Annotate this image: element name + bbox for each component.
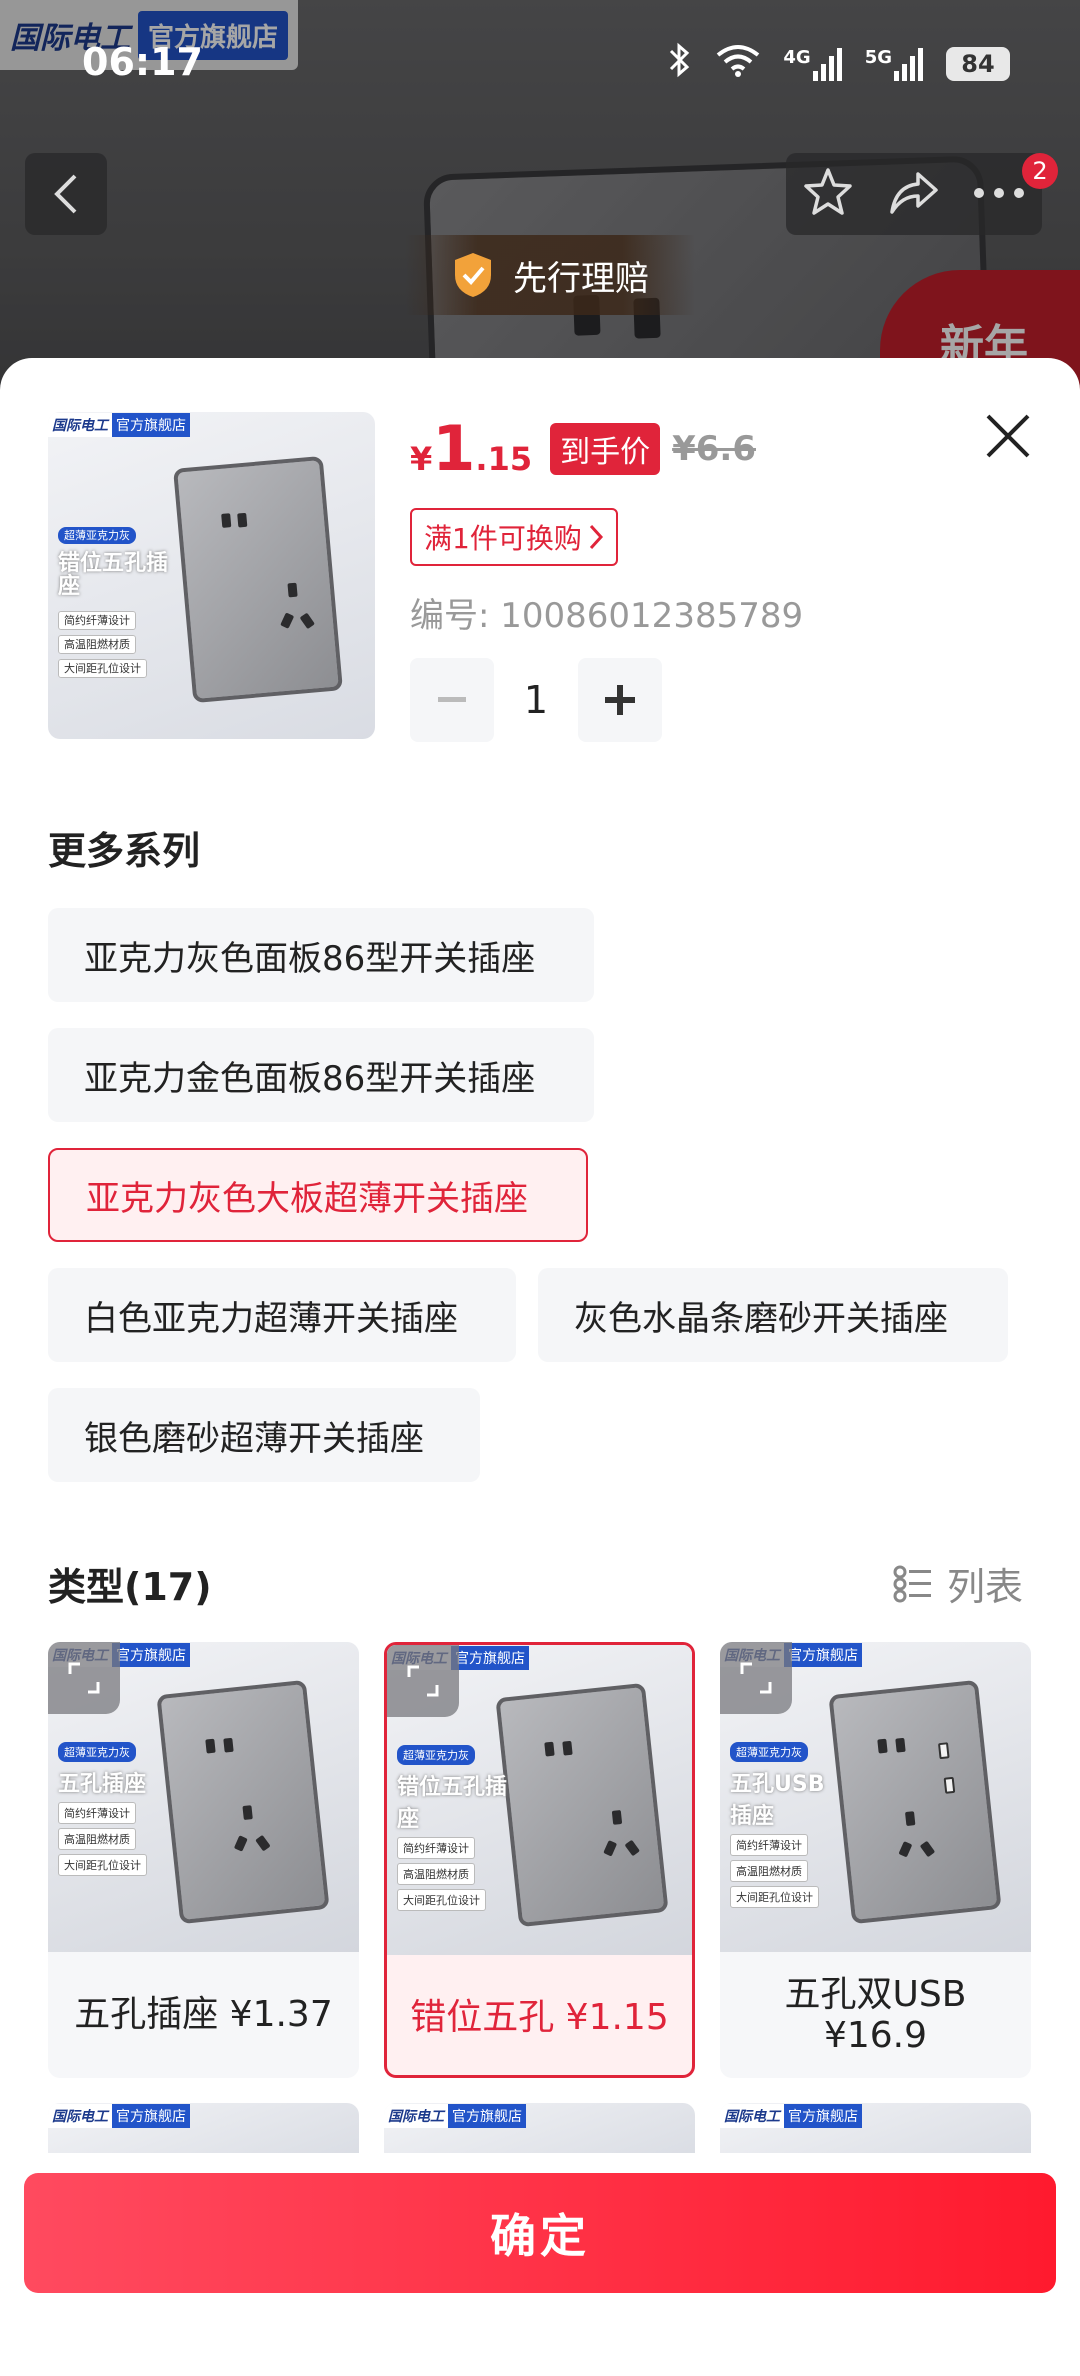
favorite-button[interactable] — [802, 166, 854, 222]
series-option-label: 白色亚克力超薄开关插座 — [84, 1298, 458, 1339]
series-option[interactable]: 亚克力灰色面板86型开关插座 — [48, 908, 594, 1002]
battery-indicator: 84 — [946, 47, 1010, 81]
price-symbol: ¥ — [410, 440, 433, 478]
thumb-feature: 高温阻燃材质 — [58, 635, 136, 654]
price-integer: 1 — [432, 412, 476, 485]
product-thumbnail[interactable]: 国际电工 官方旗舰店 超薄亚克力灰 错位五孔插座 简约纤薄设计 高温阻燃材质 大… — [48, 412, 375, 739]
top-actions — [786, 153, 1042, 235]
type-option-label: 错位五孔 ¥1.15 — [410, 1997, 669, 2039]
series-option[interactable]: 银色磨砂超薄开关插座 — [48, 1388, 480, 1482]
type-option-card-selected[interactable]: 国际电工官方旗舰店 超薄亚克力灰 错位五孔插座 简约纤薄设计 高温阻燃材质 大间… — [384, 1642, 695, 2078]
chevron-right-icon — [589, 524, 603, 550]
confirm-button[interactable]: 确定 — [24, 2173, 1056, 2293]
confirm-label: 确定 — [490, 2209, 590, 2263]
type-option-label: 五孔插座 ¥1.37 — [74, 1994, 333, 2036]
type-option-image: 国际电工官方旗舰店 超薄亚克力灰 错位五孔插座 简约纤薄设计 高温阻燃材质 大间… — [387, 1645, 692, 1955]
price-decimal: .15 — [475, 440, 533, 478]
series-section-title: 更多系列 — [48, 829, 201, 873]
socket-panel-image — [173, 455, 343, 704]
final-price-tag: 到手价 — [550, 423, 661, 475]
series-option-label: 亚克力灰色大板超薄开关插座 — [86, 1178, 528, 1219]
expand-icon — [68, 1662, 100, 1694]
expand-image-button[interactable] — [387, 1645, 459, 1717]
series-option[interactable]: 灰色水晶条磨砂开关插座 — [538, 1268, 1008, 1362]
series-option-selected[interactable]: 亚克力灰色大板超薄开关插座 — [48, 1148, 588, 1242]
sku-code: 编号: 10086012385789 — [410, 596, 804, 636]
series-option-label: 银色磨砂超薄开关插座 — [84, 1418, 424, 1459]
quantity-value[interactable]: 1 — [494, 678, 578, 722]
type-option-image: 国际电工官方旗舰店 超薄亚克力灰 五孔USB插座 简约纤薄设计 高温阻燃材质 大… — [720, 1642, 1031, 1952]
signal-4g-icon: 4G — [783, 47, 842, 81]
share-button[interactable] — [886, 168, 940, 220]
list-view-label: 列表 — [947, 1565, 1024, 1609]
thumb-brand: 国际电工 — [48, 413, 112, 437]
share-icon — [890, 172, 938, 214]
close-button[interactable] — [980, 408, 1036, 464]
list-view-icon — [893, 1565, 931, 1602]
type-section-title: 类型(17) — [48, 1565, 212, 1609]
wifi-icon — [715, 43, 761, 85]
type-option-label: 五孔双USB ¥16.9 — [784, 1973, 967, 2056]
thumb-feature: 大间距孔位设计 — [58, 659, 147, 678]
thumb-series: 超薄亚克力灰 — [58, 527, 136, 544]
type-option-card[interactable]: 国际电工官方旗舰店 超薄亚克力灰 五孔插座 简约纤薄设计 高温阻燃材质 大间距孔… — [48, 1642, 359, 2078]
increase-quantity-button[interactable] — [578, 658, 662, 742]
exchange-offer-label: 满1件可换购 — [424, 522, 582, 555]
expand-image-button[interactable] — [48, 1642, 120, 1714]
thumb-feature: 简约纤薄设计 — [58, 611, 136, 630]
claim-badge: 先行理赔 — [405, 235, 695, 315]
signal-5g-icon: 5G — [865, 47, 924, 81]
thumb-tag: 官方旗舰店 — [112, 413, 190, 437]
star-icon — [804, 168, 852, 215]
series-option-label: 亚克力灰色面板86型开关插座 — [84, 938, 536, 979]
status-icons: 4G 5G 84 — [667, 42, 1010, 86]
bluetooth-icon — [667, 42, 693, 86]
thumb-title: 错位五孔插座 — [58, 551, 169, 600]
claim-badge-text: 先行理赔 — [513, 258, 649, 299]
expand-image-button[interactable] — [720, 1642, 792, 1714]
status-bar: 06:17 4G 5G 84 — [0, 0, 1080, 130]
series-option[interactable]: 白色亚克力超薄开关插座 — [48, 1268, 516, 1362]
notification-badge: 2 — [1022, 153, 1058, 189]
chevron-left-icon — [54, 174, 77, 214]
more-button[interactable] — [972, 185, 1026, 204]
status-time: 06:17 — [82, 40, 203, 84]
close-icon — [986, 414, 1030, 458]
shield-check-icon — [455, 253, 491, 297]
series-option-label: 灰色水晶条磨砂开关插座 — [574, 1298, 948, 1339]
expand-icon — [407, 1665, 439, 1697]
exchange-offer-button[interactable]: 满1件可换购 — [410, 508, 618, 566]
price-row: ¥ 1 .15 到手价 ¥6.6 — [410, 418, 756, 480]
minus-icon — [438, 697, 466, 702]
series-option-label: 亚克力金色面板86型开关插座 — [84, 1058, 536, 1099]
type-option-card[interactable]: 国际电工官方旗舰店 超薄亚克力灰 五孔USB插座 简约纤薄设计 高温阻燃材质 大… — [720, 1642, 1031, 2078]
quantity-stepper: 1 — [410, 658, 662, 742]
plus-icon — [605, 685, 635, 715]
list-view-toggle[interactable]: 列表 — [893, 1556, 1023, 1611]
confirm-bar: 确定 — [0, 2153, 1080, 2376]
back-button[interactable] — [25, 153, 107, 235]
original-price: ¥6.6 — [672, 429, 756, 469]
series-option[interactable]: 亚克力金色面板86型开关插座 — [48, 1028, 594, 1122]
type-option-image: 国际电工官方旗舰店 超薄亚克力灰 五孔插座 简约纤薄设计 高温阻燃材质 大间距孔… — [48, 1642, 359, 1952]
decrease-quantity-button[interactable] — [410, 658, 494, 742]
expand-icon — [740, 1662, 772, 1694]
more-dots-icon — [974, 187, 1024, 198]
sku-selector-sheet: 国际电工 官方旗舰店 超薄亚克力灰 错位五孔插座 简约纤薄设计 高温阻燃材质 大… — [0, 358, 1080, 2376]
